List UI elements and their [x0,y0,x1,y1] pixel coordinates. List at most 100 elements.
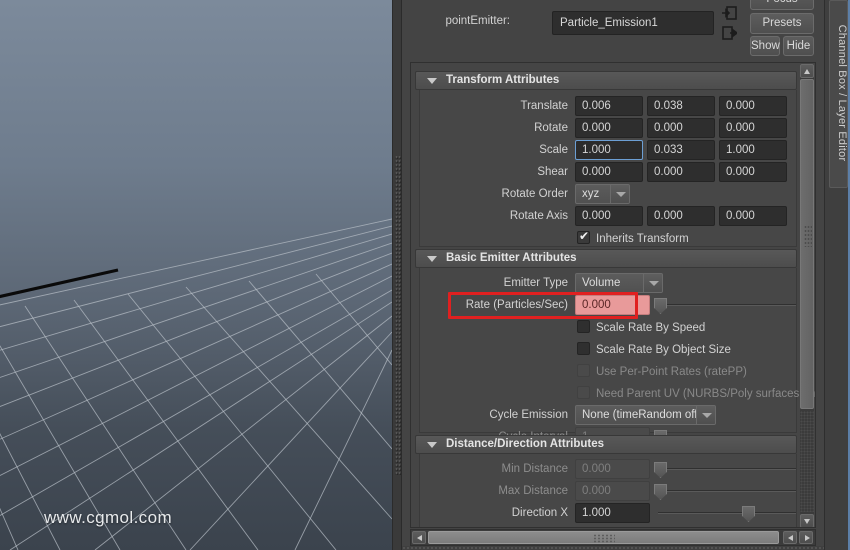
maya-window: www.cgmol.com pointEmitter: Particle_Emi… [0,0,850,550]
rotate-z-input[interactable]: 0.000 [719,118,787,138]
row-rotate-axis: Rotate Axis 0.000 0.000 0.000 [420,206,798,228]
chevron-down-icon[interactable] [610,185,629,203]
hscroll-thumb[interactable] [428,531,779,544]
channel-box-tab[interactable]: Channel Box / Layer Editor [829,0,848,188]
section-body-basic-emitter: Emitter Type Volume Rate (Particles/Sec)… [419,268,815,447]
shear-x-input[interactable]: 0.000 [575,162,643,182]
rotate-x-input[interactable]: 0.000 [575,118,643,138]
node-name-input[interactable]: Particle_Emission1 [552,11,714,35]
row-rate: Rate (Particles/Sec) 0.000 [420,295,798,317]
scroll-thumb-grip [804,225,812,247]
direction-x-slider[interactable] [658,503,796,523]
rotate-axis-z-input[interactable]: 0.000 [719,206,787,226]
row-use-per-point-rates: Use Per-Point Rates (ratePP) [420,361,798,383]
section-body-transform: Translate 0.006 0.038 0.000 Rotate 0.000… [419,90,797,247]
row-label: Max Distance [498,485,568,497]
row-label: Cycle Emission [489,409,568,421]
translate-x-input[interactable]: 0.006 [575,96,643,116]
shear-y-input[interactable]: 0.000 [647,162,715,182]
rotate-order-value: xyz [582,188,600,200]
section-header-basic-emitter[interactable]: Basic Emitter Attributes [415,249,797,268]
chevron-down-icon [427,442,437,448]
row-label: Translate [520,100,568,112]
hscroll-step-right-button[interactable] [799,531,813,544]
section-header-transform[interactable]: Transform Attributes [415,71,797,90]
row-translate: Translate 0.006 0.038 0.000 [420,96,798,118]
section-body-distance-direction: Min Distance 0.000 Max Distance 0.000 Di… [419,454,798,527]
scroll-down-button[interactable] [800,514,814,527]
rotate-y-input[interactable]: 0.000 [647,118,715,138]
slider-track [658,512,796,514]
direction-x-input[interactable]: 1.000 [575,503,650,523]
max-distance-input: 0.000 [575,481,650,501]
watermark-text: www.cgmol.com [44,508,173,527]
chevron-down-icon[interactable] [696,406,715,424]
slider-track [654,468,796,470]
scroll-thumb[interactable] [800,79,814,409]
attribute-editor-panel: pointEmitter: Particle_Emission1 Focus P… [402,0,824,550]
row-label: Shear [537,166,568,178]
horizontal-scrollbar[interactable] [410,529,816,546]
scale-rate-by-object-size-label: Scale Rate By Object Size [596,344,731,356]
section-title: Transform Attributes [446,74,560,86]
shear-z-input[interactable]: 0.000 [719,162,787,182]
presets-button[interactable]: Presets [750,13,814,34]
hide-button[interactable]: Hide [783,36,814,56]
emitter-type-dropdown[interactable]: Volume [575,273,663,293]
rate-slider[interactable] [654,295,796,315]
need-parent-uv-label: Need Parent UV (NURBS/Poly surfaces only… [596,388,816,400]
panel-bottom-strip [402,546,824,550]
slider-handle [654,462,667,478]
use-per-point-rates-label: Use Per-Point Rates (ratePP) [596,366,747,378]
inherits-transform-checkbox[interactable] [577,229,590,244]
rotate-axis-y-input[interactable]: 0.000 [647,206,715,226]
hscroll-thumb-grip [592,534,615,543]
scale-x-input[interactable]: 1.000 [575,140,643,160]
node-header-row: pointEmitter: Particle_Emission1 Focus P… [402,0,824,56]
need-parent-uv-checkbox [577,386,590,399]
slider-track [654,304,796,306]
perspective-grid [0,218,392,550]
channel-box-tab-label: Channel Box / Layer Editor [836,24,848,162]
row-label: Emitter Type [503,277,568,289]
show-button[interactable]: Show [750,36,780,56]
rotate-axis-x-input[interactable]: 0.000 [575,206,643,226]
scroll-trough[interactable] [800,411,814,512]
row-label: Scale [539,144,568,156]
splitter-grip[interactable] [395,155,401,475]
rate-input[interactable]: 0.000 [575,295,650,315]
scale-rate-by-speed-checkbox[interactable] [577,320,590,333]
vertical-scrollbar[interactable] [800,64,814,527]
arrow-into-box-icon[interactable] [722,6,737,20]
focus-button[interactable]: Focus [750,0,814,10]
row-emitter-type: Emitter Type Volume [420,273,798,295]
inherits-transform-label: Inherits Transform [596,233,689,245]
chevron-down-icon[interactable] [643,274,662,292]
max-distance-slider [654,481,796,501]
scale-z-input[interactable]: 1.000 [719,140,787,160]
row-label: Rotate Order [501,188,568,200]
slider-handle[interactable] [654,298,667,314]
slider-track [654,490,796,492]
translate-z-input[interactable]: 0.000 [719,96,787,116]
rotate-order-dropdown[interactable]: xyz [575,184,630,204]
slider-handle[interactable] [742,506,755,522]
row-label: Rotate Axis [509,210,568,222]
cycle-emission-dropdown[interactable]: None (timeRandom off) [575,405,716,425]
attribute-scroll-area[interactable]: Transform Attributes Translate 0.006 0.0… [410,62,816,528]
arrow-out-of-box-icon[interactable] [722,26,737,40]
translate-y-input[interactable]: 0.038 [647,96,715,116]
viewport-3d[interactable]: www.cgmol.com [0,0,392,550]
section-header-distance-direction[interactable]: Distance/Direction Attributes [415,435,797,454]
row-label: Direction X [511,507,568,519]
use-per-point-rates-checkbox [577,364,590,377]
row-min-distance: Min Distance 0.000 [420,459,798,481]
hscroll-step-left-button[interactable] [783,531,797,544]
scroll-up-button[interactable] [800,64,814,78]
scale-rate-by-object-size-checkbox[interactable] [577,342,590,355]
panel-splitter[interactable] [392,0,402,550]
hscroll-left-button[interactable] [412,531,426,544]
row-max-distance: Max Distance 0.000 [420,481,798,503]
row-inherits-transform: Inherits Transform [420,228,798,250]
scale-y-input[interactable]: 0.033 [647,140,715,160]
